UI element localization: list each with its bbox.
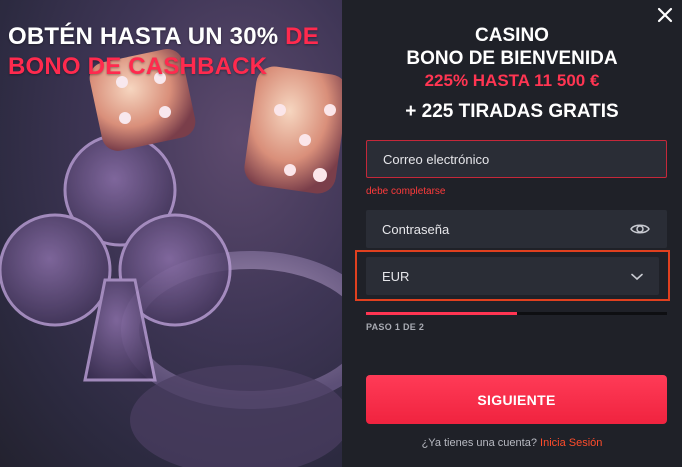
promo-line2: BONO DE CASHBACK	[8, 53, 268, 80]
step-label: PASO 1 DE 2	[366, 322, 425, 332]
login-prompt: ¿Ya tienes una cuenta? Inicia Sesión	[342, 437, 682, 449]
headline-line2: BONO DE BIENVENIDA	[406, 48, 618, 69]
bonus-headline: CASINO BONO DE BIENVENIDA 225% HASTA 11 …	[342, 24, 682, 124]
close-button[interactable]	[654, 4, 676, 26]
close-icon	[657, 7, 673, 23]
promo-title: OBTÉN HASTA UN 30% DE BONO DE CASHBACK	[0, 22, 342, 82]
eye-icon[interactable]	[629, 218, 651, 240]
login-link[interactable]: Inicia Sesión	[540, 437, 602, 449]
promo-banner: OBTÉN HASTA UN 30% DE BONO DE CASHBACK	[0, 0, 342, 467]
headline-bonus-amount: 225% HASTA 11 500 €	[424, 71, 600, 90]
promo-line1: OBTÉN HASTA UN 30%	[8, 23, 279, 50]
promo-line1-accent: DE	[285, 23, 319, 50]
headline-free-spins: + 225 TIRADAS GRATIS	[405, 101, 619, 122]
headline-line1: CASINO	[475, 25, 549, 46]
chevron-down-icon	[631, 269, 643, 284]
registration-panel: CASINO BONO DE BIENVENIDA 225% HASTA 11 …	[342, 0, 682, 467]
password-field[interactable]: Contraseña	[366, 210, 667, 248]
currency-select[interactable]: EUR	[366, 257, 659, 295]
next-button[interactable]: SIGUIENTE	[366, 375, 667, 424]
email-error-message: debe completarse	[366, 186, 446, 197]
registration-progress-bar	[366, 312, 667, 315]
currency-select-highlight: EUR	[355, 250, 670, 301]
login-prompt-text: ¿Ya tienes una cuenta?	[421, 437, 537, 449]
progress-fill	[366, 312, 517, 315]
currency-value: EUR	[382, 268, 410, 284]
email-field[interactable]: Correo electrónico	[366, 140, 667, 178]
password-placeholder: Contraseña	[382, 221, 450, 237]
email-placeholder: Correo electrónico	[383, 151, 490, 167]
